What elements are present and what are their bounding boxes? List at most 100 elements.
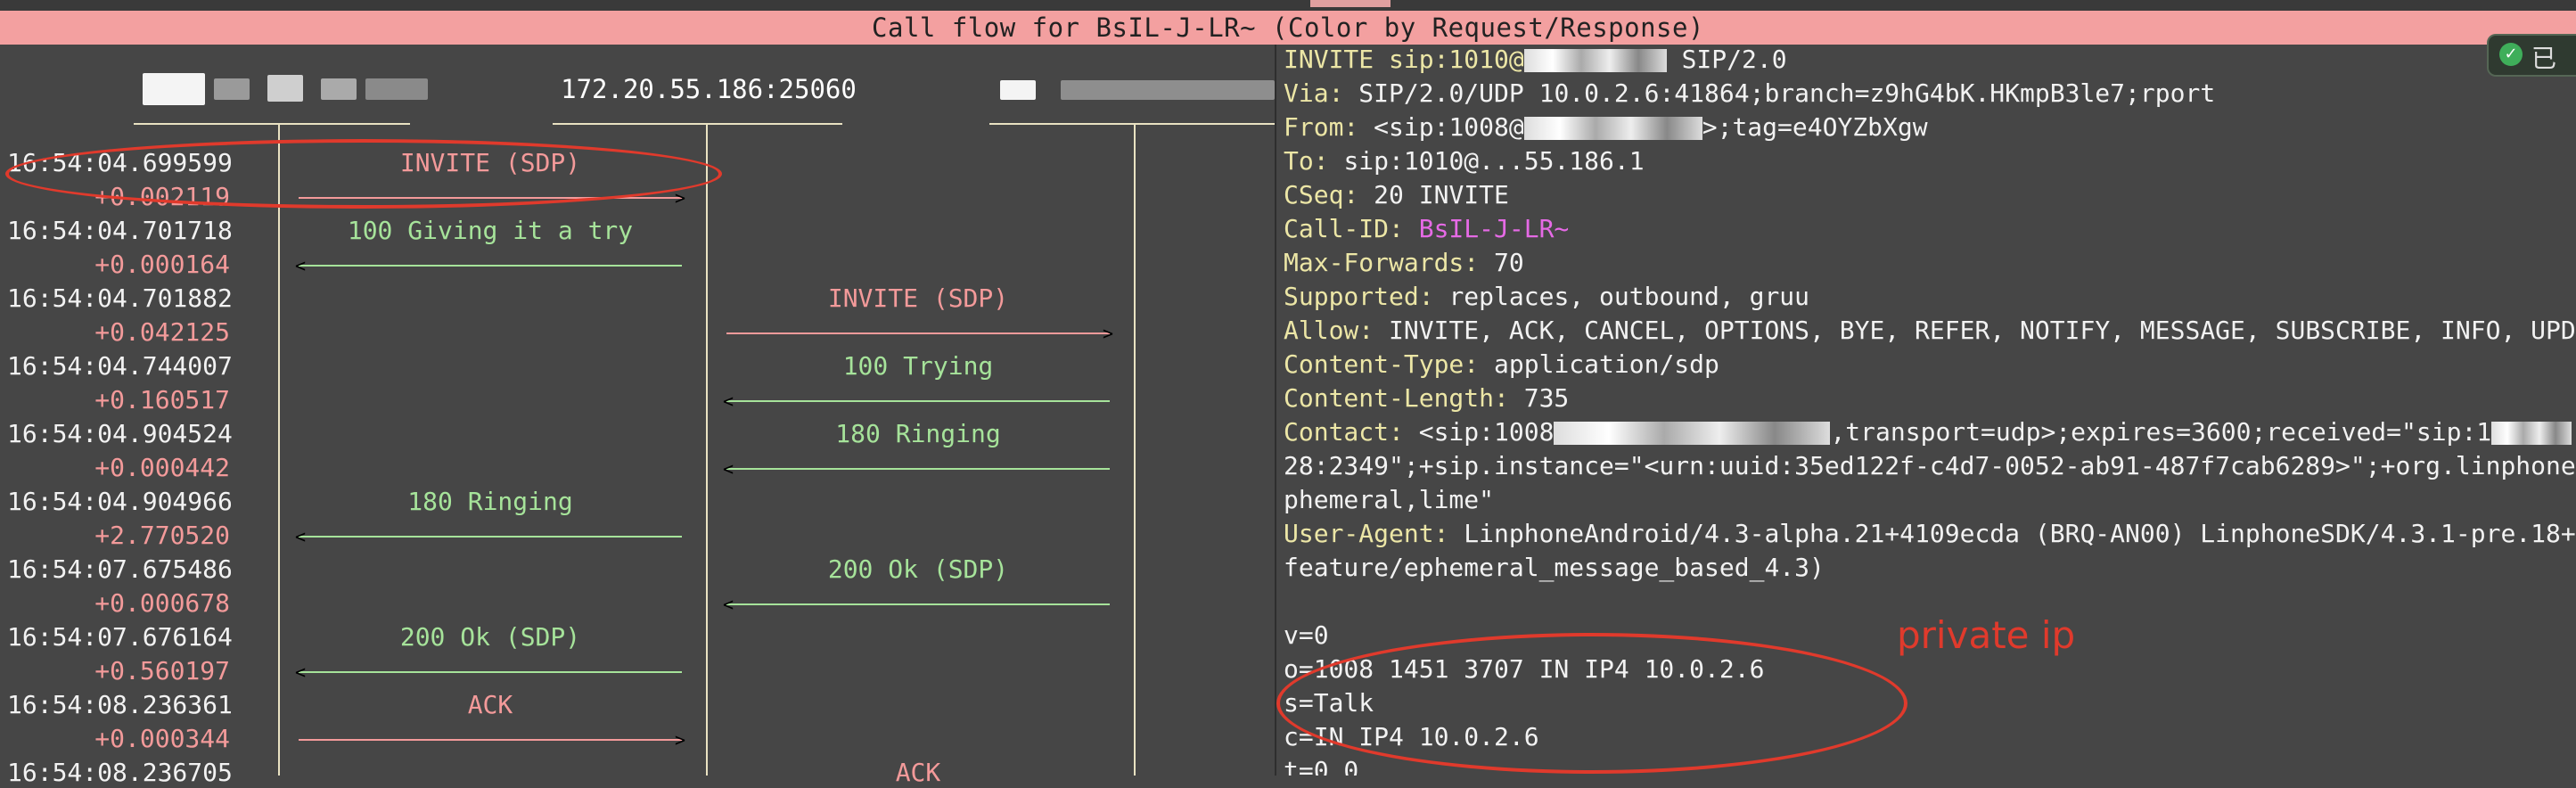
header-value: 70 [1494,248,1524,277]
header-key: User-Agent: [1284,519,1464,548]
header-allow: Allow: INVITE, ACK, CANCEL, OPTIONS, BYE… [1284,316,2576,346]
highlight-ellipse-first-row [5,139,722,209]
sdp-line: v=0 [1284,620,1329,650]
endpoint-underline-a [134,123,410,125]
redacted-endpoint-a [214,78,250,100]
status-badge-text: 已 [2531,44,2557,73]
message-arrow: > [726,324,1113,342]
header-key: Supported: [1284,282,1449,311]
header-value: 20 INVITE [1374,180,1509,209]
header-key: CSeq: [1284,180,1374,209]
header-value: sip:1010@...55.186.1 [1343,146,1645,176]
arrowhead-left-icon: < [295,526,307,547]
arrowhead-left-icon: < [723,458,734,480]
header-key: Via: [1284,78,1359,108]
message-label: 180 Ringing [407,487,573,516]
sdp-line: t=0 0 [1284,756,1359,776]
redacted-endpoint-b [1000,80,1036,100]
top-strip [0,0,2576,11]
check-circle-icon: ✓ [2499,43,2523,66]
row-time: 16:54:04.904966 [7,487,233,516]
header-value: INVITE, ACK, CANCEL, OPTIONS, BYE, REFER… [1389,316,2576,345]
message-label: 100 Trying [842,351,994,381]
redacted-host [2491,422,2572,445]
message-arrow: < [723,460,1110,478]
row-delta: +0.000164 [94,250,230,279]
header-from: From: <sip:1008@ >;tag=e4OYZbXgw [1284,112,1928,143]
message-label: ACK [895,758,941,787]
header-value: replaces, outbound, gruu [1448,282,1810,311]
request-line: INVITE sip:1010@ SIP/2.0 [1284,45,1787,75]
row-time: 16:54:07.676164 [7,622,233,652]
header-max-forwards: Max-Forwards: 70 [1284,248,1524,278]
row-delta: +2.770520 [94,521,230,550]
header-value: <sip:1008@ [1374,112,1524,142]
lifeline-proxy [706,125,708,776]
message-label: 100 Giving it a try [347,216,634,245]
row-delta: +0.560197 [94,656,230,685]
request-line-prefix: INVITE sip:1010@ [1284,45,1524,74]
redacted-endpoint-a [267,75,303,102]
lifeline-b [1134,125,1136,776]
header-content-type: Content-Type: application/sdp [1284,349,1719,380]
row-delta: +0.000442 [94,453,230,482]
arrowhead-right-icon: > [674,729,685,751]
call-flow-panel[interactable]: 172.20.55.186:25060 16:54:04.699599 +0.0… [0,45,1275,787]
header-user-agent: User-Agent: LinphoneAndroid/4.3-alpha.21… [1284,519,2576,549]
header-supported: Supported: replaces, outbound, gruu [1284,282,1809,312]
header-value: application/sdp [1494,349,1719,379]
status-badge[interactable]: ✓ 已 [2487,34,2576,77]
message-arrow: < [723,595,1110,613]
row-time: 16:54:04.701718 [7,216,233,245]
row-time: 16:54:08.236361 [7,690,233,719]
header-key: Allow: [1284,316,1390,345]
message-arrow: > [299,731,685,749]
header-contact-cont: 28:2349";+sip.instance="<urn:uuid:35ed12… [1284,451,2576,480]
header-key: From: [1284,112,1374,142]
header-value: <sip:1008 [1418,417,1555,447]
header-via: Via: SIP/2.0/UDP 10.0.2.6:41864;branch=z… [1284,78,2215,109]
arrowhead-left-icon: < [723,594,734,615]
header-key: Max-Forwards: [1284,248,1495,277]
header-key: Contact: [1284,417,1419,447]
arrowhead-left-icon: < [295,661,307,683]
arrowhead-left-icon: < [295,255,307,276]
endpoint-underline-proxy [553,123,842,125]
top-strip-accent [1310,0,1391,7]
row-delta: +0.042125 [94,317,230,347]
header-key: Call-ID: [1284,214,1419,243]
header-call-id: Call-ID: BsIL-J-LR~ [1284,214,1569,244]
lifeline-a [278,125,280,776]
header-to: To: sip:1010@...55.186.1 [1284,146,1645,176]
sip-message-panel[interactable]: INVITE sip:1010@ SIP/2.0 Via: SIP/2.0/UD… [1276,45,2576,776]
header-value: BsIL-J-LR~ [1418,214,1570,243]
message-label: 180 Ringing [835,419,1001,448]
row-time: 16:54:04.701882 [7,283,233,313]
arrowhead-right-icon: > [674,187,685,209]
message-arrow: < [295,257,682,275]
header-user-agent-cont: feature/ephemeral_message_based_4.3) [1284,553,1825,582]
header-key: Content-Type: [1284,349,1495,379]
redacted-endpoint-a [365,78,428,100]
header-key: To: [1284,146,1344,176]
header-cseq: CSeq: 20 INVITE [1284,180,1509,210]
row-delta: +0.000678 [94,588,230,618]
header-value: >;tag=e4OYZbXgw [1702,112,1928,142]
header-contact: Contact: <sip:1008 ,transport=udp>;expire… [1284,417,2572,447]
private-ip-highlight-ellipse [1276,633,1907,774]
message-label: 200 Ok (SDP) [827,554,1009,584]
header-value: 735 [1523,383,1570,413]
message-arrow: < [295,663,682,681]
redacted-host [1554,422,1831,445]
redacted-host [1523,49,1667,72]
arrowhead-left-icon: < [723,390,734,412]
message-label: INVITE (SDP) [827,283,1009,313]
redacted-endpoint-a [321,78,357,100]
row-time: 16:54:08.236705 [7,758,233,787]
header-value: LinphoneAndroid/4.3-alpha.21+4109ecda (B… [1464,519,2576,548]
redacted-endpoint-b [1061,80,1275,100]
header-value: SIP/2.0/UDP 10.0.2.6:41864;branch=z9hG4b… [1358,78,2216,108]
endpoint-label-proxy: 172.20.55.186:25060 [561,74,857,104]
row-delta: +0.000344 [94,724,230,753]
header-value: ,transport=udp>;expires=3600;received="s… [1830,417,2492,447]
